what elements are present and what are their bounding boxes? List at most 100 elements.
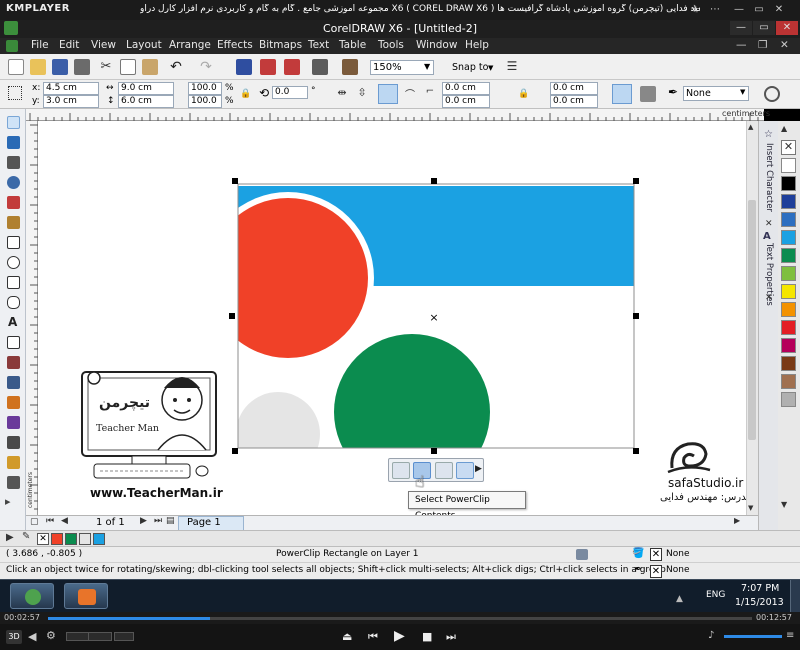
palette-swatch[interactable] [781, 284, 796, 299]
selection-handle-bottom-center[interactable] [431, 448, 437, 454]
player-close-icon[interactable]: ✕ [772, 3, 786, 17]
scroll-down-icon[interactable]: ▼ [748, 504, 753, 512]
copy-icon[interactable] [120, 59, 136, 75]
no-color-swatch[interactable]: ✕ [781, 140, 796, 155]
application-launcher-icon[interactable] [312, 59, 328, 75]
selection-handle-bottom-left[interactable] [232, 448, 238, 454]
palette-swatch[interactable] [781, 158, 796, 173]
show-desktop-button[interactable] [790, 580, 800, 613]
taskbar-kmplayer-button[interactable] [64, 583, 108, 609]
options-icon[interactable]: ☰ [504, 59, 520, 75]
extract-contents-icon[interactable] [435, 462, 453, 479]
chamfered-corner-icon[interactable]: ⌐ [422, 86, 438, 102]
doc-palette-swatch[interactable] [79, 533, 91, 545]
cut-icon[interactable]: ✂ [98, 59, 114, 75]
connector-tool-icon[interactable] [7, 376, 20, 389]
zoom-dropdown-icon[interactable]: ▼ [424, 62, 430, 71]
next-page-icon[interactable]: ▶ [140, 516, 147, 526]
doc-close-icon[interactable]: ✕ [780, 39, 789, 51]
doc-minimize-icon[interactable]: — [736, 39, 747, 51]
previous-icon[interactable]: ⏮ [368, 630, 378, 644]
object-origin-icon[interactable] [8, 86, 22, 100]
palette-swatch[interactable] [781, 266, 796, 281]
pick-tool-icon[interactable] [7, 116, 20, 129]
coreldraw-app-icon[interactable] [4, 21, 18, 35]
settings-gear-icon[interactable]: ⚙ [46, 629, 56, 642]
zoom-tool-icon[interactable] [7, 176, 20, 189]
selection-handle-middle-right[interactable] [633, 313, 639, 319]
player-maximize-icon[interactable]: ▭ [752, 3, 766, 17]
player-minimize-icon[interactable]: — [732, 3, 746, 17]
width-field[interactable]: 9.0 cm [118, 82, 174, 95]
first-page-icon[interactable]: ⏮ [46, 516, 54, 526]
print-icon[interactable] [74, 59, 90, 75]
tray-icon[interactable]: ⋯ [708, 3, 722, 17]
docker-close-icon-2[interactable]: ✕ [765, 293, 773, 303]
menu-effects[interactable]: Effects [217, 39, 253, 51]
playlist-icon[interactable]: ≡ [786, 630, 794, 641]
speaker-icon[interactable]: ◀ [28, 630, 36, 643]
scalloped-corner-icon[interactable]: ⌒ [402, 86, 418, 102]
mode-3d-button[interactable]: 3D [6, 630, 22, 644]
corner-bottom-left-field[interactable]: 0.0 cm [442, 95, 490, 108]
search-content-icon[interactable] [236, 59, 252, 75]
vertical-scroll-thumb[interactable] [748, 200, 756, 440]
wrap-text-icon[interactable] [640, 86, 656, 102]
corner-bottom-right-field[interactable]: 0.0 cm [550, 95, 598, 108]
text-tool-icon[interactable]: A [8, 315, 17, 329]
round-corner-button[interactable] [378, 84, 398, 104]
screen-mode-button-3[interactable] [114, 632, 134, 641]
menu-view[interactable]: View [91, 39, 116, 51]
redo-icon[interactable]: ↷ [198, 59, 214, 75]
doc-palette-none-swatch[interactable]: ✕ [37, 533, 49, 545]
maximize-button[interactable]: ▭ [753, 21, 775, 35]
tray-show-hidden-icon[interactable]: ▲ [676, 586, 686, 604]
height-field[interactable]: 6.0 cm [118, 95, 174, 108]
selection-handle-top-left[interactable] [232, 178, 238, 184]
quick-customize-icon[interactable] [764, 86, 780, 102]
palette-swatch[interactable] [781, 248, 796, 263]
selection-handle-middle-left[interactable] [229, 313, 235, 319]
y-position-field[interactable]: 3.0 cm [43, 95, 99, 108]
eject-icon[interactable]: ⏏ [342, 630, 352, 643]
x-position-field[interactable]: 4.5 cm [43, 82, 99, 95]
docker-close-icon[interactable]: ✕ [765, 219, 773, 229]
doc-restore-icon[interactable]: ❐ [758, 39, 767, 51]
selection-handle-bottom-right[interactable] [633, 448, 639, 454]
fill-none-swatch[interactable]: ✕ [650, 548, 662, 561]
shape-tool-icon[interactable] [7, 136, 20, 149]
outline-none-swatch[interactable]: ✕ [650, 565, 662, 578]
menu-layout[interactable]: Layout [126, 39, 162, 51]
welcome-screen-icon[interactable] [342, 59, 358, 75]
import-icon[interactable] [260, 59, 276, 75]
palette-swatch[interactable] [781, 302, 796, 317]
dimension-tool-icon[interactable] [7, 356, 20, 369]
polygon-tool-icon[interactable] [7, 276, 20, 289]
paste-icon[interactable] [142, 59, 158, 75]
palette-swatch[interactable] [781, 392, 796, 407]
menu-tools[interactable]: Tools [378, 39, 404, 51]
rectangle-tool-icon[interactable] [7, 236, 20, 249]
page-tab[interactable]: Page 1 [178, 516, 244, 530]
freehand-tool-icon[interactable] [7, 196, 20, 209]
interactive-blend-tool-icon[interactable] [7, 396, 20, 409]
outline-dropdown-icon[interactable]: ▼ [740, 88, 745, 96]
menu-file[interactable]: File [31, 39, 49, 51]
minimize-button[interactable]: — [730, 21, 752, 35]
palette-swatch[interactable] [781, 212, 796, 227]
snap-to-button[interactable]: Snap to [452, 62, 488, 73]
basic-shapes-tool-icon[interactable] [7, 296, 20, 309]
pin-icon[interactable]: ✈ [688, 3, 702, 17]
next-icon[interactable]: ⏭ [446, 630, 456, 644]
selection-handle-top-right[interactable] [633, 178, 639, 184]
previous-page-icon[interactable]: ◀ [61, 516, 68, 526]
corner-lock-icon[interactable]: 🔒 [518, 89, 529, 99]
menu-edit[interactable]: Edit [59, 39, 79, 51]
crop-tool-icon[interactable] [7, 156, 20, 169]
palette-swatch[interactable] [781, 338, 796, 353]
save-icon[interactable] [52, 59, 68, 75]
palette-swatch[interactable] [781, 230, 796, 245]
player-seek-bar[interactable]: 00:02:57 00:12:57 [0, 612, 800, 624]
volume-slider[interactable] [724, 635, 782, 638]
insert-character-tab[interactable]: Insert Character [764, 143, 774, 212]
